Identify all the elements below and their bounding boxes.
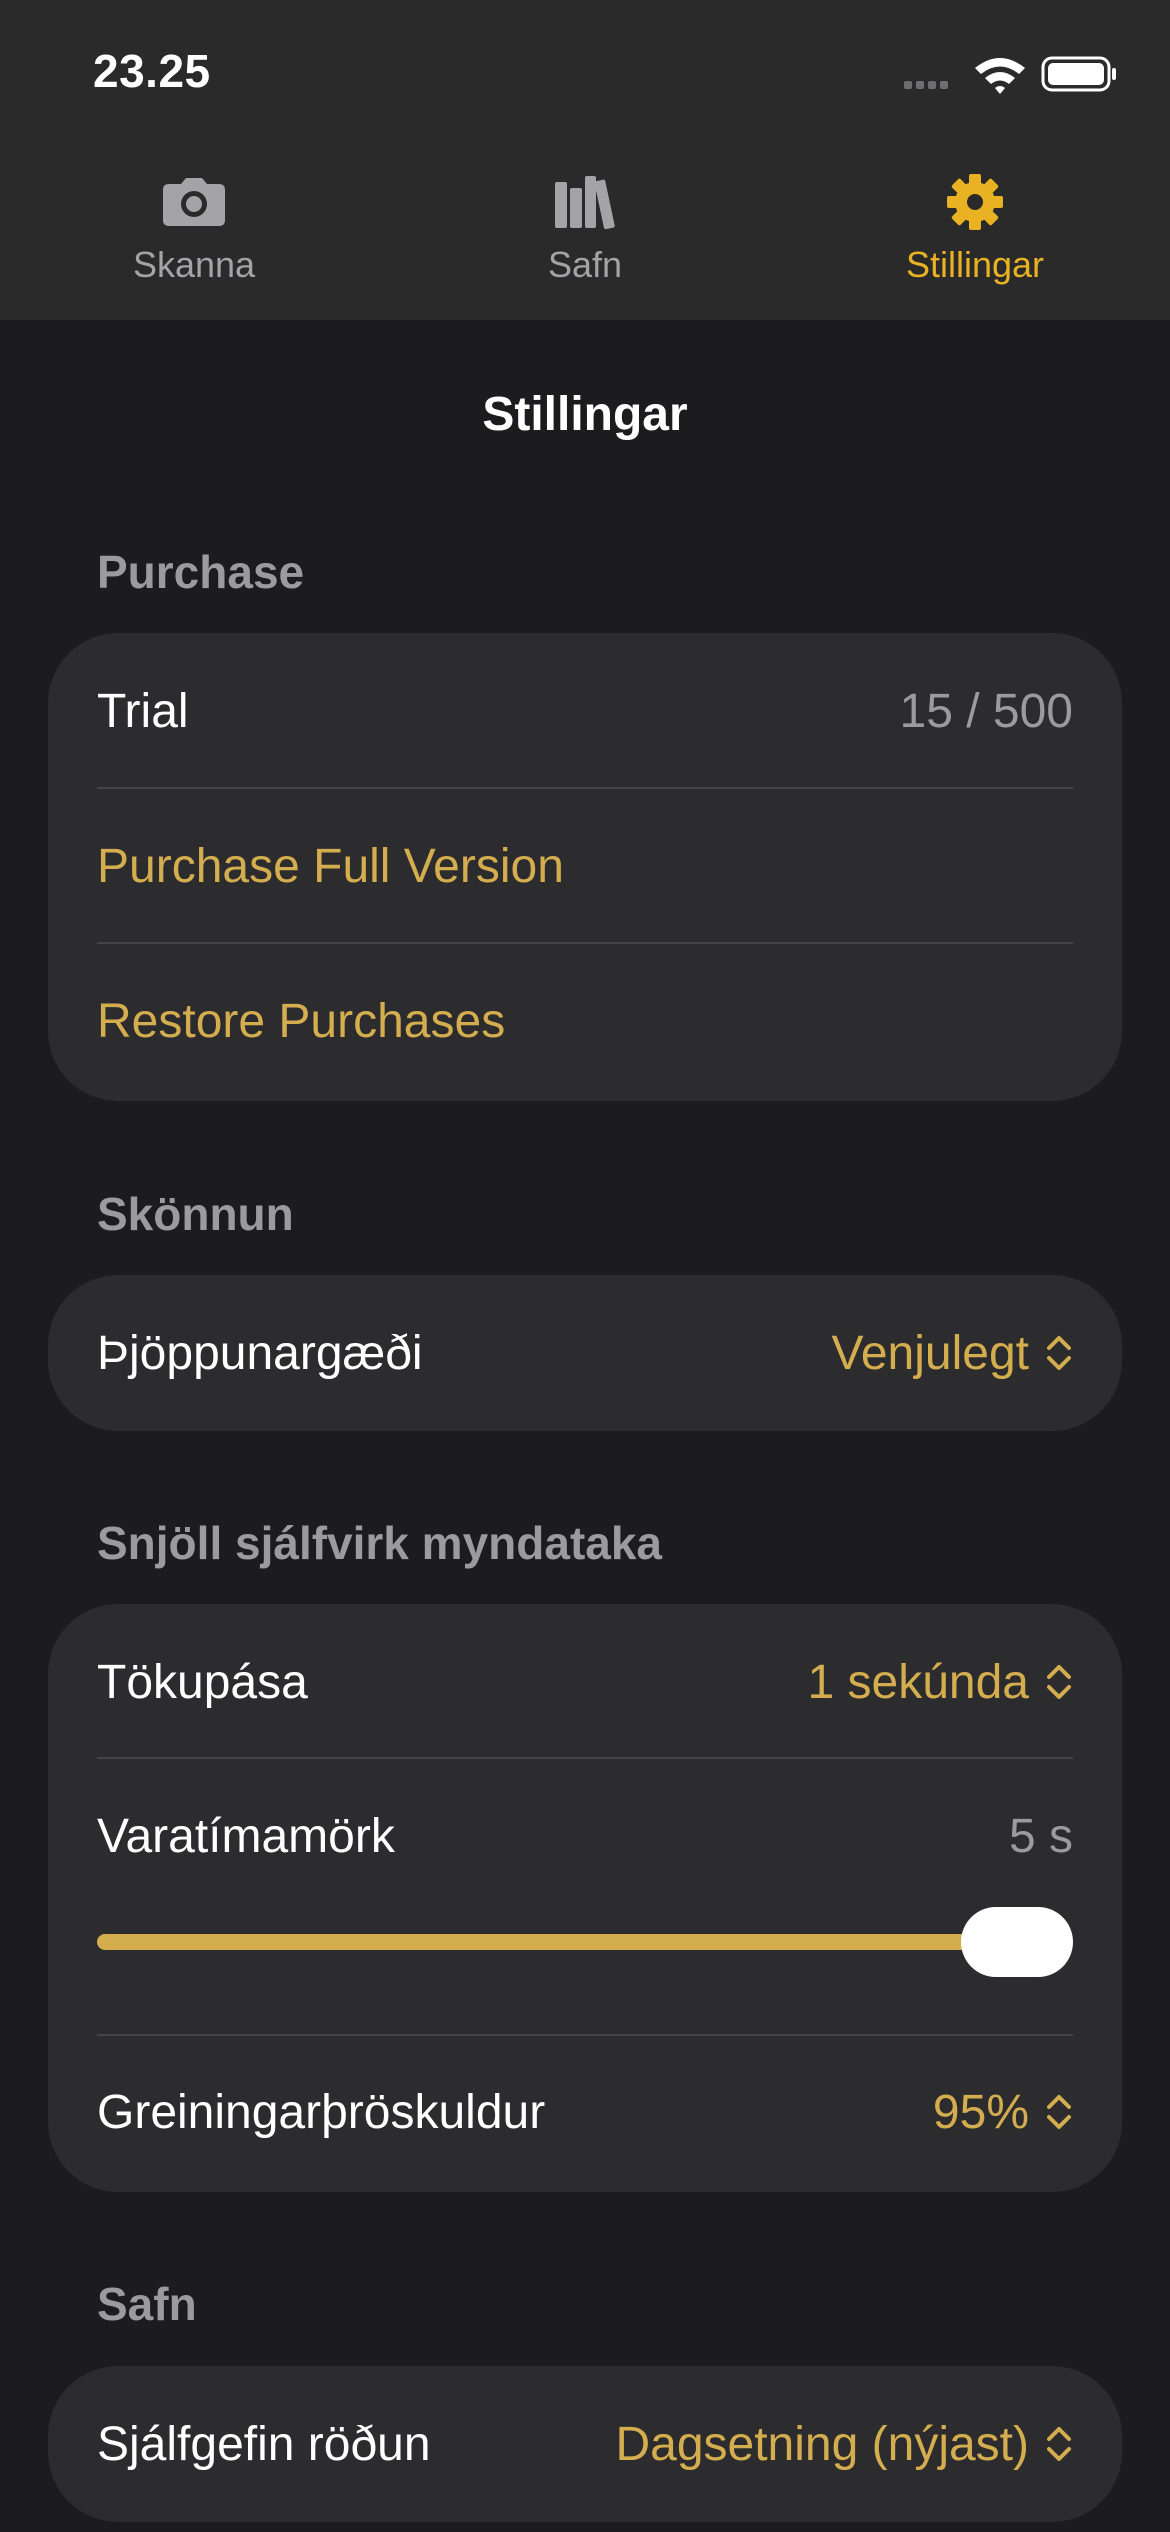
compression-quality-picker[interactable]: Venjulegt — [831, 1326, 1073, 1381]
timeout-row: Varatímamörk 5 s — [97, 1806, 1073, 1866]
tab-label: Safn — [547, 244, 623, 285]
restore-purchases-label: Restore Purchases — [97, 994, 506, 1048]
tab-stillingar[interactable]: Stillingar — [845, 170, 1105, 310]
section-header-library: Safn — [97, 2278, 197, 2330]
trial-value: 15 / 500 — [899, 684, 1073, 738]
chevron-up-down-icon — [1047, 1665, 1071, 1699]
tab-label: Skanna — [132, 244, 256, 285]
smart-capture-card: Tökupása 1 sekúnda Varatímamörk 5 s Grei… — [48, 1604, 1122, 2192]
detection-threshold-label: Greiningarþröskuldur — [97, 2085, 546, 2139]
divider — [97, 942, 1073, 944]
trial-label: Trial — [97, 684, 189, 738]
restore-purchases-button[interactable]: Restore Purchases — [97, 991, 1073, 1051]
page-title: Stillingar — [482, 388, 688, 441]
capture-pause-label: Tökupása — [97, 1655, 308, 1709]
status-icons — [900, 48, 1130, 102]
chevron-up-down-icon — [1047, 2095, 1071, 2129]
timeout-value: 5 s — [1008, 1809, 1073, 1863]
compression-quality-value: Venjulegt — [831, 1326, 1029, 1380]
cellular-signal-icon — [904, 81, 948, 89]
timeout-slider[interactable] — [97, 1934, 1037, 1950]
battery-icon — [1041, 56, 1116, 92]
tab-label: Stillingar — [905, 244, 1045, 285]
purchase-full-version-label: Purchase Full Version — [97, 839, 564, 893]
chevron-up-down-icon — [1047, 1336, 1071, 1370]
library-card: Sjálfgefin röðun Dagsetning (nýjast) — [48, 2366, 1122, 2522]
divider — [97, 787, 1073, 789]
trial-row: Trial 15 / 500 — [97, 681, 1073, 741]
timeout-label: Varatímamörk — [97, 1809, 395, 1863]
divider — [97, 2034, 1073, 2036]
camera-icon — [159, 170, 229, 234]
purchase-full-version-button[interactable]: Purchase Full Version — [97, 836, 1073, 896]
capture-pause-value: 1 sekúnda — [807, 1655, 1029, 1709]
chevron-up-down-icon — [1047, 2427, 1071, 2461]
section-header-purchase: Purchase — [97, 546, 305, 598]
capture-pause-picker[interactable]: 1 sekúnda — [807, 1655, 1073, 1710]
detection-threshold-value: 95% — [932, 2085, 1029, 2139]
library-icon — [550, 170, 620, 234]
compression-quality-row[interactable]: Þjöppunargæði Venjulegt — [97, 1323, 1073, 1383]
tab-safn[interactable]: Safn — [455, 170, 715, 310]
default-sort-value: Dagsetning (nýjast) — [615, 2417, 1029, 2471]
gear-icon — [940, 170, 1010, 234]
default-sort-row[interactable]: Sjálfgefin röðun Dagsetning (nýjast) — [97, 2414, 1073, 2474]
default-sort-picker[interactable]: Dagsetning (nýjast) — [615, 2417, 1073, 2472]
default-sort-label: Sjálfgefin röðun — [97, 2417, 431, 2471]
compression-quality-label: Þjöppunargæði — [97, 1326, 423, 1380]
top-bar: 23.25 Skanna Safn Stillingar — [0, 0, 1170, 320]
detection-threshold-picker[interactable]: 95% — [933, 2085, 1073, 2140]
scanning-card: Þjöppunargæði Venjulegt — [48, 1275, 1122, 1431]
detection-threshold-row[interactable]: Greiningarþröskuldur 95% — [97, 2082, 1073, 2142]
capture-pause-row[interactable]: Tökupása 1 sekúnda — [97, 1652, 1073, 1712]
wifi-icon — [975, 58, 1025, 94]
tab-skanna[interactable]: Skanna — [64, 170, 324, 310]
tab-bar: Skanna Safn Stillingar — [0, 170, 1170, 320]
section-header-scanning: Skönnun — [97, 1188, 294, 1240]
timeout-slider-thumb[interactable] — [961, 1907, 1073, 1977]
section-header-smart-capture: Snjöll sjálfvirk myndataka — [97, 1517, 663, 1569]
divider — [97, 1757, 1073, 1759]
purchase-card: Trial 15 / 500 Purchase Full Version Res… — [48, 633, 1122, 1101]
status-time: 23.25 — [93, 45, 211, 97]
